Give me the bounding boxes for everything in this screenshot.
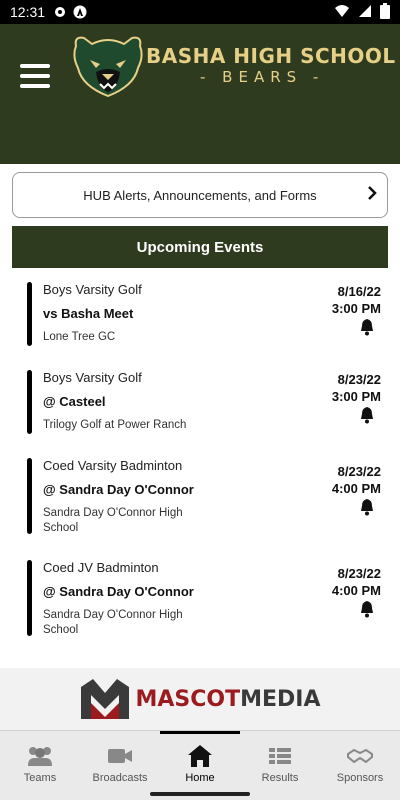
battery-icon [380, 2, 390, 22]
app-header: BASHA HIGH SCHOOL - BEARS - [0, 24, 400, 164]
event-date: 8/23/22 [337, 566, 381, 581]
sponsor-name: MASCOTMEDIA [135, 687, 320, 712]
event-team: Coed JV Badminton [43, 560, 159, 575]
bell-icon[interactable] [358, 318, 376, 336]
event-time: 4:00 PM [331, 583, 381, 598]
event-marker [27, 458, 32, 534]
event-team: Coed Varsity Badminton [43, 458, 183, 473]
event-time: 3:00 PM [331, 301, 381, 316]
home-gesture-handle[interactable] [150, 792, 250, 796]
event-location: Sandra Day O'Connor High School [43, 507, 183, 534]
event-date: 8/23/22 [337, 372, 381, 387]
event-opponent: @ Sandra Day O'Connor [43, 482, 194, 497]
home-icon [188, 745, 212, 767]
event-marker [27, 560, 32, 636]
bear-logo [73, 36, 143, 98]
hub-alerts-button[interactable]: HUB Alerts, Announcements, and Forms [12, 172, 388, 218]
wifi-icon [334, 4, 350, 21]
tab-label: Results [261, 772, 299, 784]
tab-home[interactable]: Home [160, 731, 240, 788]
event-date: 8/16/22 [337, 284, 381, 299]
bell-icon[interactable] [358, 406, 376, 424]
status-time: 12:31 [10, 4, 46, 20]
chevron-right-icon [367, 185, 377, 204]
upcoming-events-header: Upcoming Events [12, 226, 388, 268]
handshake-icon [347, 748, 373, 764]
tab-broadcasts[interactable]: Broadcasts [80, 731, 160, 788]
tab-label: Broadcasts [92, 772, 148, 784]
tab-sponsors[interactable]: Sponsors [320, 731, 400, 788]
event-location: Sandra Day O'Connor High School [43, 609, 183, 636]
event-marker [27, 370, 32, 434]
event-location: Lone Tree GC [43, 331, 116, 343]
settings-gear-icon [53, 5, 67, 19]
event-time: 4:00 PM [331, 481, 381, 496]
event-opponent: vs Basha Meet [43, 306, 134, 321]
tab-teams[interactable]: Teams [0, 731, 80, 788]
menu-hamburger-icon[interactable] [20, 64, 50, 88]
event-team: Boys Varsity Golf [43, 282, 142, 297]
tab-label: Teams [23, 772, 57, 784]
bell-icon[interactable] [358, 498, 376, 516]
event-time: 3:00 PM [331, 389, 381, 404]
app-notification-icon [73, 5, 87, 19]
school-mascot-name: - BEARS - [200, 68, 325, 86]
hub-alerts-label: HUB Alerts, Announcements, and Forms [83, 187, 317, 203]
event-opponent: @ Casteel [43, 394, 106, 409]
tab-label: Sponsors [336, 772, 384, 784]
sponsor-name-part-1: MASCOT [135, 686, 241, 712]
event-item[interactable]: Coed Varsity Badminton @ Sandra Day O'Co… [0, 444, 400, 546]
event-date: 8/23/22 [337, 464, 381, 479]
bell-icon[interactable] [358, 600, 376, 618]
video-icon [108, 749, 132, 763]
event-item[interactable]: Boys Varsity Golf @ Casteel Trilogy Golf… [0, 356, 400, 444]
sponsor-banner[interactable]: MASCOTMEDIA [0, 668, 400, 730]
bottom-tab-bar: Teams Broadcasts Home Results Sponsors [0, 730, 400, 788]
event-item[interactable]: Coed JV Badminton @ Sandra Day O'Connor … [0, 546, 400, 648]
teams-icon [28, 747, 52, 766]
tab-label: Home [185, 772, 215, 784]
tab-results[interactable]: Results [240, 731, 320, 788]
upcoming-events-title: Upcoming Events [136, 238, 264, 256]
event-item[interactable]: Boys Varsity Golf vs Basha Meet Lone Tre… [0, 268, 400, 356]
school-name: BASHA HIGH SCHOOL [146, 44, 396, 68]
status-bar: 12:31 [0, 0, 400, 24]
system-nav-bar [0, 788, 400, 800]
event-team: Boys Varsity Golf [43, 370, 142, 385]
events-list: Boys Varsity Golf vs Basha Meet Lone Tre… [0, 268, 400, 668]
mascot-media-logo-icon [81, 679, 130, 719]
list-icon [269, 748, 291, 764]
event-location: Trilogy Golf at Power Ranch [43, 419, 187, 431]
event-opponent: @ Sandra Day O'Connor [43, 584, 194, 599]
sponsor-name-part-2: MEDIA [240, 686, 321, 712]
event-marker [27, 282, 32, 346]
signal-icon [358, 4, 372, 21]
